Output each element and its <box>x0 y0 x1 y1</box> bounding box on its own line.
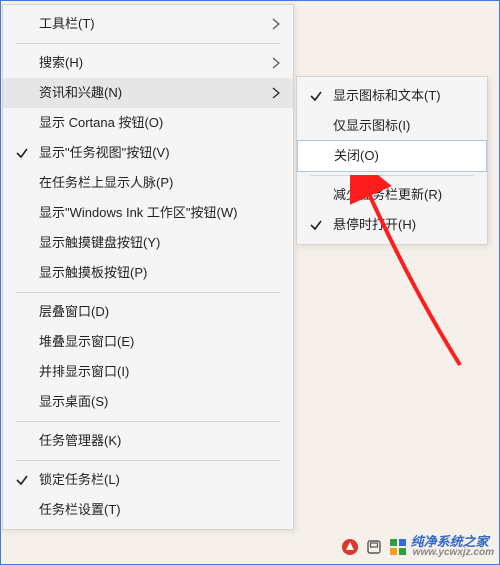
menu-item-label: 显示触摸键盘按钮(Y) <box>39 235 160 250</box>
submenu-item-reduce-updates[interactable]: 减少任务栏更新(R) <box>297 180 487 210</box>
menu-item-show-taskview[interactable]: 显示"任务视图"按钮(V) <box>3 138 293 168</box>
submenu-separator <box>310 175 474 176</box>
chevron-right-icon <box>269 86 283 100</box>
menu-item-cascade[interactable]: 层叠窗口(D) <box>3 297 293 327</box>
submenu-item-turn-off[interactable]: 关闭(O) <box>297 140 487 172</box>
submenu-item-label: 仅显示图标(I) <box>333 118 410 133</box>
menu-item-label: 层叠窗口(D) <box>39 304 109 319</box>
check-icon <box>15 146 29 160</box>
menu-item-show-cortana[interactable]: 显示 Cortana 按钮(O) <box>3 108 293 138</box>
chevron-right-icon <box>269 56 283 70</box>
check-icon <box>309 89 323 103</box>
menu-item-show-touch-keyboard[interactable]: 显示触摸键盘按钮(Y) <box>3 228 293 258</box>
menu-item-task-manager[interactable]: 任务管理器(K) <box>3 426 293 456</box>
system-tray: 纯净系统之家 www.ycwxjz.com <box>341 535 494 558</box>
menu-item-label: 搜索(H) <box>39 55 83 70</box>
submenu-item-open-on-hover[interactable]: 悬停时打开(H) <box>297 210 487 240</box>
menu-separator <box>16 43 280 44</box>
submenu-item-show-icon-only[interactable]: 仅显示图标(I) <box>297 111 487 141</box>
menu-item-taskbar-settings[interactable]: 任务栏设置(T) <box>3 495 293 525</box>
submenu-item-label: 减少任务栏更新(R) <box>333 187 442 202</box>
menu-item-lock-taskbar[interactable]: 锁定任务栏(L) <box>3 465 293 495</box>
chevron-right-icon <box>269 17 283 31</box>
menu-item-sidebyside[interactable]: 并排显示窗口(I) <box>3 357 293 387</box>
check-icon <box>15 473 29 487</box>
menu-item-label: 显示触摸板按钮(P) <box>39 265 147 280</box>
menu-item-label: 并排显示窗口(I) <box>39 364 129 379</box>
menu-item-stack[interactable]: 堆叠显示窗口(E) <box>3 327 293 357</box>
brand-url: www.ycwxjz.com <box>413 548 494 558</box>
menu-item-search[interactable]: 搜索(H) <box>3 48 293 78</box>
taskbar: 纯净系统之家 www.ycwxjz.com <box>0 530 500 560</box>
menu-item-show-touchpad[interactable]: 显示触摸板按钮(P) <box>3 258 293 288</box>
menu-item-label: 显示桌面(S) <box>39 394 108 409</box>
menu-item-label: 任务栏设置(T) <box>39 502 121 517</box>
menu-item-label: 显示 Cortana 按钮(O) <box>39 115 163 130</box>
check-icon <box>309 218 323 232</box>
menu-item-show-people[interactable]: 在任务栏上显示人脉(P) <box>3 168 293 198</box>
menu-separator <box>16 421 280 422</box>
avast-icon[interactable] <box>341 538 359 556</box>
menu-item-label: 在任务栏上显示人脉(P) <box>39 175 173 190</box>
news-interests-submenu: 显示图标和文本(T) 仅显示图标(I) 关闭(O) 减少任务栏更新(R) 悬停时… <box>296 76 488 245</box>
menu-item-label: 显示"Windows Ink 工作区"按钮(W) <box>39 205 237 220</box>
taskbar-context-menu: 工具栏(T) 搜索(H) 资讯和兴趣(N) 显示 Cortana 按钮(O) 显… <box>2 4 294 530</box>
submenu-item-label: 关闭(O) <box>334 148 379 163</box>
device-icon[interactable] <box>365 538 383 556</box>
submenu-item-label: 悬停时打开(H) <box>333 217 416 232</box>
menu-item-label: 资讯和兴趣(N) <box>39 85 122 100</box>
menu-separator <box>16 292 280 293</box>
menu-item-show-desktop[interactable]: 显示桌面(S) <box>3 387 293 417</box>
submenu-item-label: 显示图标和文本(T) <box>333 88 441 103</box>
menu-item-news-interests[interactable]: 资讯和兴趣(N) <box>3 78 293 108</box>
brand-watermark: 纯净系统之家 www.ycwxjz.com <box>389 535 494 558</box>
windows-logo-icon <box>389 538 407 556</box>
menu-separator <box>16 460 280 461</box>
menu-item-show-ink[interactable]: 显示"Windows Ink 工作区"按钮(W) <box>3 198 293 228</box>
menu-item-label: 锁定任务栏(L) <box>39 472 120 487</box>
menu-item-label: 任务管理器(K) <box>39 433 121 448</box>
menu-item-toolbars[interactable]: 工具栏(T) <box>3 9 293 39</box>
submenu-item-show-icon-text[interactable]: 显示图标和文本(T) <box>297 81 487 111</box>
menu-item-label: 工具栏(T) <box>39 16 95 31</box>
menu-item-label: 显示"任务视图"按钮(V) <box>39 145 170 160</box>
menu-item-label: 堆叠显示窗口(E) <box>39 334 134 349</box>
